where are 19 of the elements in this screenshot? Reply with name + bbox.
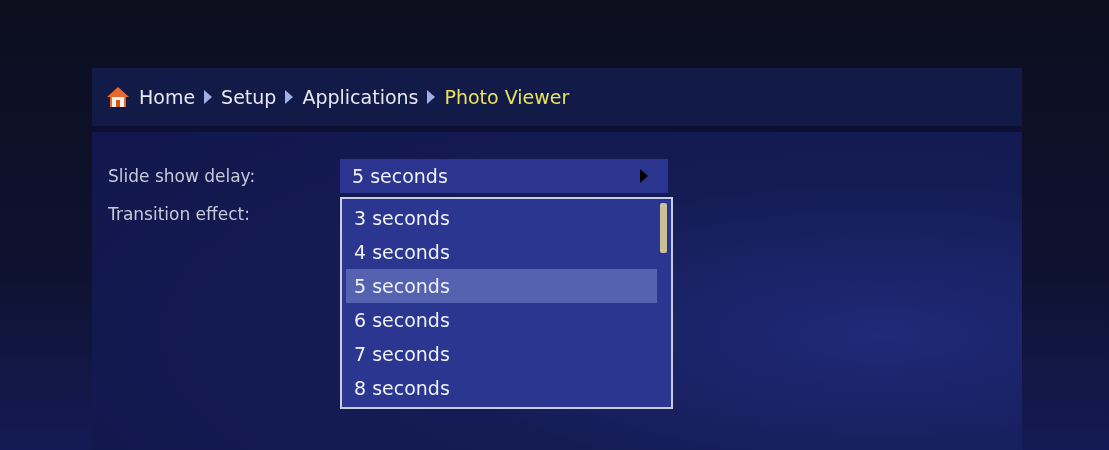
dropdown-option[interactable]: 7 seconds (346, 337, 657, 371)
breadcrumb-item[interactable]: Home (139, 86, 196, 108)
arrow-right-icon (285, 90, 294, 104)
breadcrumb-item[interactable]: Photo Viewer (444, 86, 570, 108)
dropdown-option[interactable]: 5 seconds (346, 269, 657, 303)
setting-label: Transition effect: (108, 203, 251, 226)
dropdown-option[interactable]: 8 seconds (346, 371, 657, 405)
dropdown-option[interactable]: 4 seconds (346, 235, 657, 269)
home-icon (106, 85, 130, 109)
dropdown-select[interactable]: 5 seconds (340, 159, 668, 193)
dropdown-option[interactable]: 6 seconds (346, 303, 657, 337)
arrow-right-icon (640, 169, 648, 183)
breadcrumb-item[interactable]: Applications (302, 86, 419, 108)
setting-label: Slide show delay: (108, 165, 257, 188)
arrow-right-icon (427, 90, 436, 104)
breadcrumb-item[interactable]: Setup (221, 86, 277, 108)
dropdown-option[interactable]: 3 seconds (346, 201, 657, 235)
scrollbar-thumb[interactable] (660, 203, 667, 253)
arrow-right-icon (204, 90, 213, 104)
